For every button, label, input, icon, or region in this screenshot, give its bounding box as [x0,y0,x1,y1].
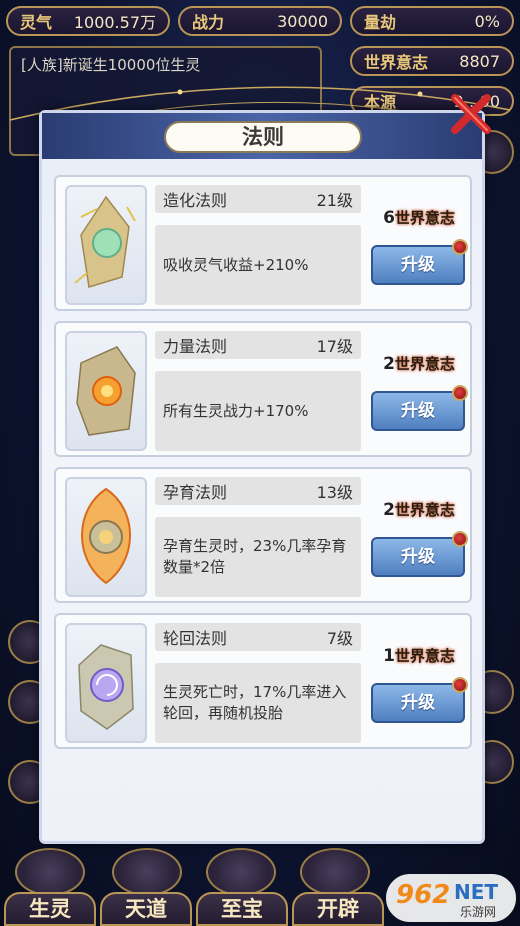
dialog-title: 法则 [164,121,362,153]
law-header: 轮回法则 7级 [155,623,361,651]
law-level: 17级 [316,337,353,356]
lunhui-law-art [65,623,147,743]
liangjie-counter: 量劫 0% [350,6,514,36]
upgrade-button[interactable]: 升级 [371,537,465,577]
zaohua-crystal-icon [74,195,136,288]
upgrade-label: 升级 [401,255,435,275]
zhanli-value: 30000 [277,11,328,31]
law-cost-amount: 6 [383,208,395,228]
nav-tiandao-button[interactable]: 天道 [100,892,192,926]
law-level: 13级 [316,483,353,502]
law-desc-text: 吸收灵气收益+210% [163,255,309,274]
nav-shengling-button[interactable]: 生灵 [4,892,96,926]
world-will-currency-label: 世界意志 [394,355,455,373]
upgrade-button[interactable]: 升级 [371,391,465,431]
law-header: 孕育法则 13级 [155,477,361,505]
nav-kaipi-button[interactable]: 开辟 [292,892,384,926]
upgrade-button[interactable]: 升级 [371,683,465,723]
law-cost-amount: 2 [383,500,395,520]
law-cost: 2世界意志 [374,353,464,375]
liliang-law-art [65,331,147,451]
tiandao-emblem-icon [112,848,182,896]
law-card-zaohua: 造化法则 21级 吸收灵气收益+210% 6世界意志 升级 [54,175,472,311]
liangjie-label: 量劫 [364,13,397,32]
close-button[interactable] [447,90,495,138]
nav-zhibao-button[interactable]: 至宝 [196,892,288,926]
law-name: 孕育法则 [163,483,228,502]
nav-kaipi-label: 开辟 [317,897,359,921]
law-card-lunhui: 轮回法则 7级 生灵死亡时，17%几率进入轮回，再随机投胎 1世界意志 升级 [54,613,472,749]
close-icon [451,94,491,134]
law-cost-amount: 1 [383,646,395,666]
law-card-liliang: 力量法则 17级 所有生灵战力+170% 2世界意志 升级 [54,321,472,457]
yunyu-flame-icon [81,487,131,585]
upgrade-label: 升级 [401,693,435,713]
law-level: 21级 [316,191,353,210]
kaipi-emblem-icon [300,848,370,896]
law-name: 造化法则 [163,191,228,210]
notification-dot-icon [452,677,468,693]
upgrade-label: 升级 [401,401,435,421]
law-name: 力量法则 [163,337,228,356]
law-header: 造化法则 21级 [155,185,361,213]
world-will-currency-label: 世界意志 [394,647,455,665]
law-description: 吸收灵气收益+210% [155,225,361,305]
law-description: 生灵死亡时，17%几率进入轮回，再随机投胎 [155,663,361,743]
upgrade-label: 升级 [401,547,435,567]
site-watermark: 962 NET 乐游网 [386,874,516,922]
zhibao-emblem-icon [206,848,276,896]
notification-dot-icon [452,531,468,547]
nav-shengling-label: 生灵 [29,897,71,921]
law-header: 力量法则 17级 [155,331,361,359]
law-description: 孕育生灵时，23%几率孕育数量*2倍 [155,517,361,597]
lingqi-value: 1000.57万 [73,13,156,32]
law-cost: 1世界意志 [374,645,464,667]
watermark-sub: 乐游网 [460,905,497,919]
watermark-brand: 962 [396,880,451,910]
world-will-value: 8807 [459,51,500,71]
law-cost: 2世界意志 [374,499,464,521]
lingqi-counter: 灵气 1000.57万 [6,6,170,36]
yunyu-law-art [65,477,147,597]
notification-dot-icon [452,385,468,401]
dialog-header: 法则 [42,113,482,159]
law-card-yunyu: 孕育法则 13级 孕育生灵时，23%几率孕育数量*2倍 2世界意志 升级 [54,467,472,603]
zhanli-label: 战力 [192,13,225,32]
liliang-rock-icon [76,346,136,436]
shengling-emblem-icon [15,848,85,896]
notification-dot-icon [452,239,468,255]
nav-tiandao-label: 天道 [125,897,167,921]
nav-zhibao-label: 至宝 [221,897,263,921]
world-will-currency-label: 世界意志 [394,501,455,519]
world-will-currency-label: 世界意志 [394,209,455,227]
upgrade-button[interactable]: 升级 [371,245,465,285]
law-description: 所有生灵战力+170% [155,371,361,451]
law-cost-amount: 2 [383,354,395,374]
law-name: 轮回法则 [163,629,228,648]
lingqi-label: 灵气 [20,13,53,32]
law-desc-text: 所有生灵战力+170% [163,401,309,420]
dialog-title-text: 法则 [242,125,284,149]
law-level: 7级 [326,629,353,648]
lunhui-vortex-icon [78,644,134,730]
zhanli-counter: 战力 30000 [178,6,342,36]
law-cost: 6世界意志 [374,207,464,229]
liangjie-value: 0% [474,11,500,31]
watermark-net: NET [454,880,499,904]
zaohua-law-art [65,185,147,305]
laws-dialog: 法则 造化法则 21级 吸收灵气收益+210% 6世界意志 升级 力量法则 17… [39,110,485,844]
law-desc-text: 孕育生灵时，23%几率孕育数量*2倍 [163,537,347,576]
law-desc-text: 生灵死亡时，17%几率进入轮回，再随机投胎 [163,683,347,722]
